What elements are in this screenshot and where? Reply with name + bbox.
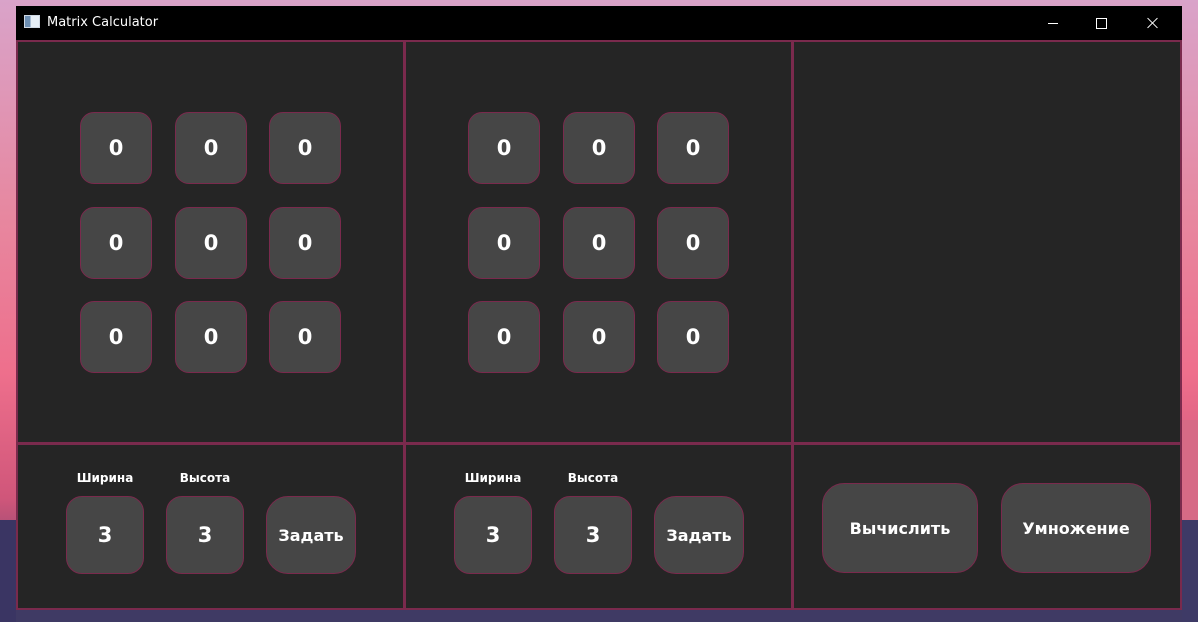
matrix-b-cell-1-2[interactable]: 0 xyxy=(657,207,729,279)
divider-vertical-1 xyxy=(403,42,406,608)
background-street xyxy=(16,608,1182,622)
matrix-a-width-label: Ширина xyxy=(76,471,134,485)
matrix-b-height-input[interactable]: 3 xyxy=(554,496,632,574)
matrix-a-width-input[interactable]: 3 xyxy=(66,496,144,574)
result-panel xyxy=(794,42,1180,442)
matrix-a-cell-0-0[interactable]: 0 xyxy=(80,112,152,184)
matrix-a-height-label: Высота xyxy=(179,471,231,485)
matrix-b-height-label: Высота xyxy=(567,471,619,485)
minimize-button[interactable] xyxy=(1030,6,1076,40)
divider-horizontal xyxy=(18,442,1180,445)
calculate-button[interactable]: Вычислить xyxy=(822,483,978,573)
matrix-b-cell-1-1[interactable]: 0 xyxy=(563,207,635,279)
matrix-b-cell-2-1[interactable]: 0 xyxy=(563,301,635,373)
maximize-icon xyxy=(1095,17,1107,29)
matrix-a-cell-0-1[interactable]: 0 xyxy=(175,112,247,184)
matrix-a-cell-2-2[interactable]: 0 xyxy=(269,301,341,373)
matrix-b-width-input[interactable]: 3 xyxy=(454,496,532,574)
background-building xyxy=(0,520,16,622)
multiply-button[interactable]: Умножение xyxy=(1001,483,1151,573)
matrix-b-cell-0-2[interactable]: 0 xyxy=(657,112,729,184)
matrix-a-cell-1-0[interactable]: 0 xyxy=(80,207,152,279)
matrix-b-cell-2-2[interactable]: 0 xyxy=(657,301,729,373)
main-content: 0 0 0 0 0 0 0 0 0 0 0 0 0 0 0 0 0 0 Шири… xyxy=(16,40,1182,610)
title-bar[interactable]: Matrix Calculator xyxy=(16,6,1182,40)
matrix-b-width-label: Ширина xyxy=(464,471,522,485)
matrix-a-cell-1-2[interactable]: 0 xyxy=(269,207,341,279)
matrix-a-height-input[interactable]: 3 xyxy=(166,496,244,574)
app-window: Matrix Calculator 0 0 0 0 0 0 0 0 0 0 0 … xyxy=(16,6,1182,610)
matrix-b-cell-2-0[interactable]: 0 xyxy=(468,301,540,373)
maximize-button[interactable] xyxy=(1078,6,1124,40)
matrix-a-cell-2-0[interactable]: 0 xyxy=(80,301,152,373)
app-window-icon xyxy=(24,15,40,28)
matrix-b-cell-0-1[interactable]: 0 xyxy=(563,112,635,184)
matrix-b-cell-0-0[interactable]: 0 xyxy=(468,112,540,184)
minimize-icon xyxy=(1048,22,1058,24)
matrix-b-set-button[interactable]: Задать xyxy=(654,496,744,574)
matrix-a-cell-2-1[interactable]: 0 xyxy=(175,301,247,373)
window-title: Matrix Calculator xyxy=(47,15,159,30)
background-building xyxy=(1182,520,1198,622)
matrix-b-cell-1-0[interactable]: 0 xyxy=(468,207,540,279)
matrix-a-set-button[interactable]: Задать xyxy=(266,496,356,574)
matrix-a-cell-1-1[interactable]: 0 xyxy=(175,207,247,279)
close-icon xyxy=(1147,17,1159,29)
matrix-a-cell-0-2[interactable]: 0 xyxy=(269,112,341,184)
close-button[interactable] xyxy=(1130,6,1176,40)
